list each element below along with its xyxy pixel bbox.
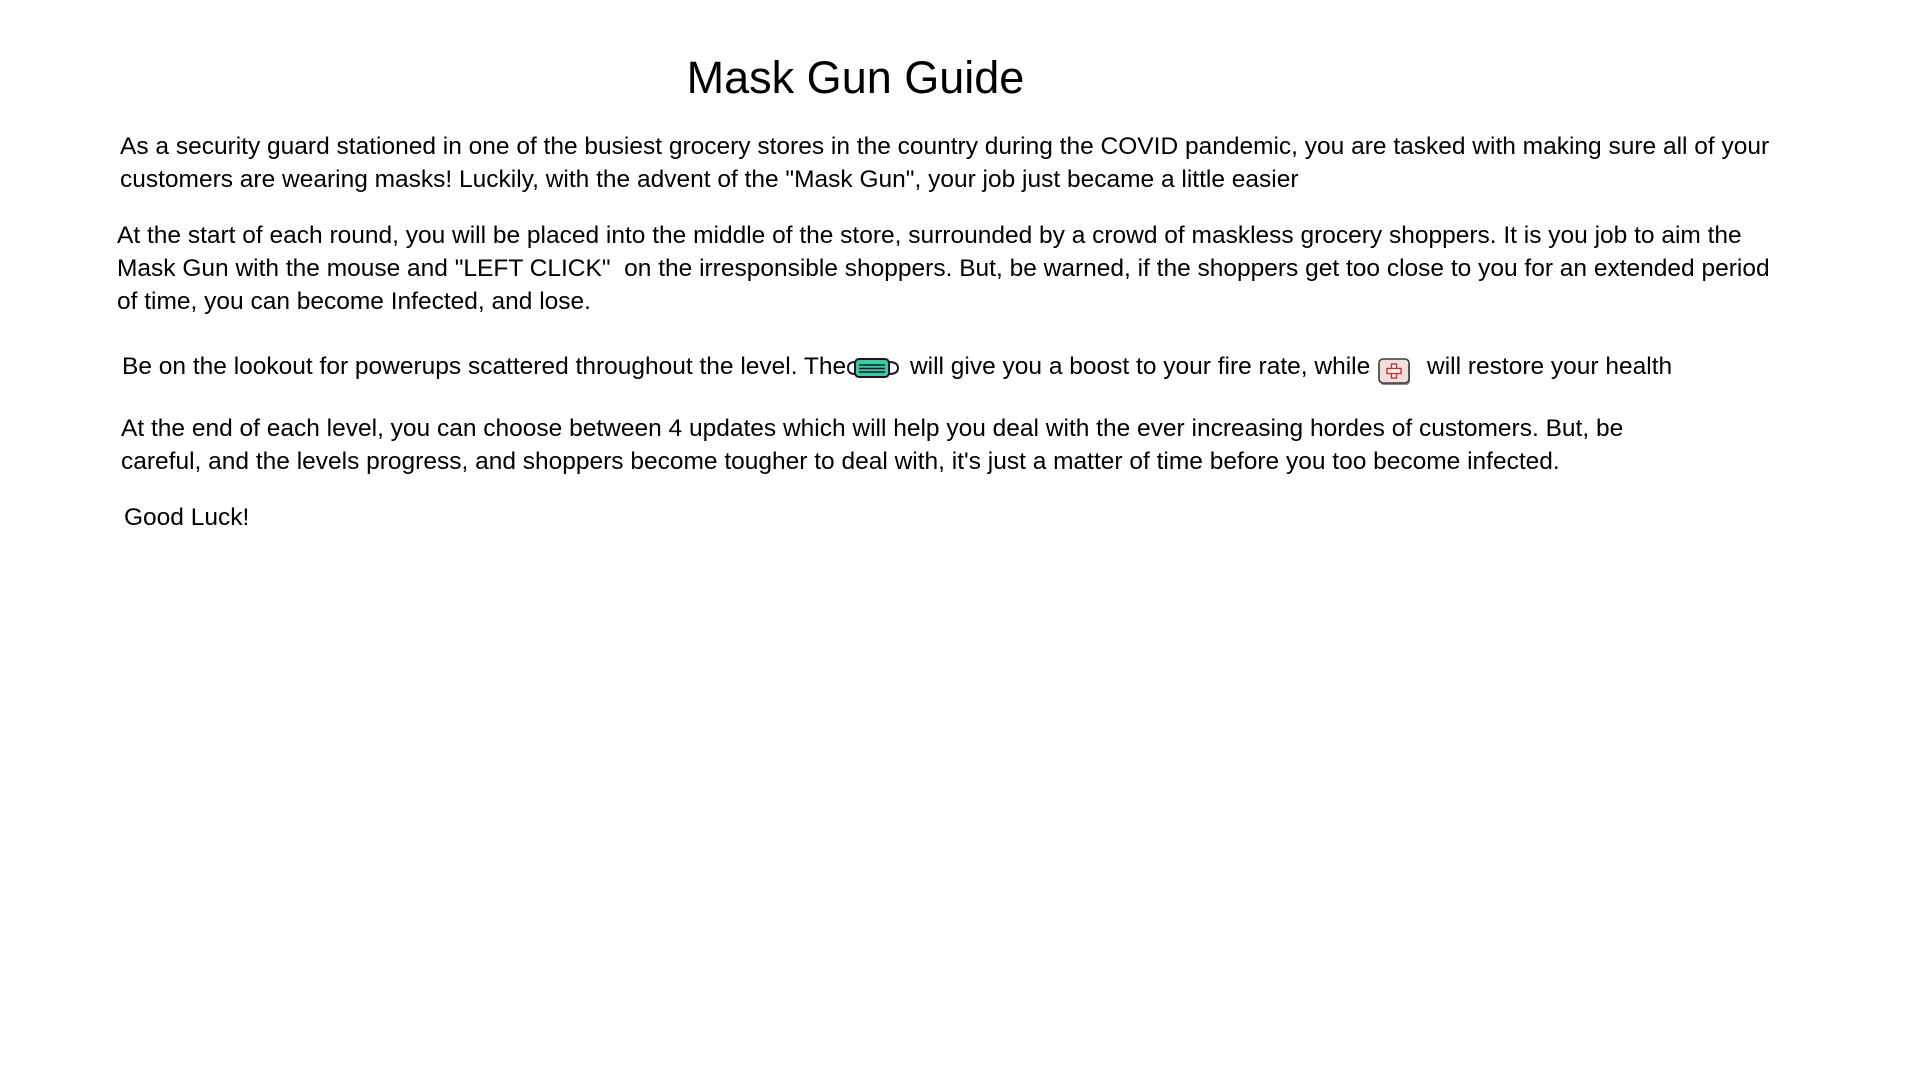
levels-line-2: careful, and the levels progress, and sh… bbox=[121, 448, 1560, 475]
powerups-paragraph: Be on the lookout for powerups scattered… bbox=[122, 350, 1673, 385]
face-mask-icon bbox=[847, 355, 900, 378]
closing-text: Good Luck! bbox=[124, 504, 250, 531]
powerups-text-before-mask: Be on the lookout for powerups scattered… bbox=[122, 353, 847, 380]
round-line-3: of time, you can become Infected, and lo… bbox=[117, 288, 591, 315]
powerups-text-after-mask: will give you a boost to your fire rate,… bbox=[903, 353, 1371, 380]
mask-gun-guide: Mask Gun Guide As a security guard stati… bbox=[0, 0, 1920, 1080]
intro-paragraph: As a security guard stationed in one of … bbox=[120, 130, 1769, 196]
intro-line-2: customers are wearing masks! Luckily, wi… bbox=[120, 166, 1299, 193]
round-line-2: Mask Gun with the mouse and "LEFT CLICK"… bbox=[117, 255, 1770, 282]
levels-line-1: At the end of each level, you can choose… bbox=[121, 415, 1624, 442]
page-title: Mask Gun Guide bbox=[686, 52, 1025, 103]
round-line-1: At the start of each round, you will be … bbox=[117, 222, 1742, 249]
medkit-icon bbox=[1378, 357, 1412, 387]
round-paragraph: At the start of each round, you will be … bbox=[117, 219, 1770, 318]
powerups-text-after-medkit: will restore your health bbox=[1420, 353, 1673, 380]
intro-line-1: As a security guard stationed in one of … bbox=[120, 133, 1770, 160]
levels-paragraph: At the end of each level, you can choose… bbox=[121, 412, 1623, 478]
